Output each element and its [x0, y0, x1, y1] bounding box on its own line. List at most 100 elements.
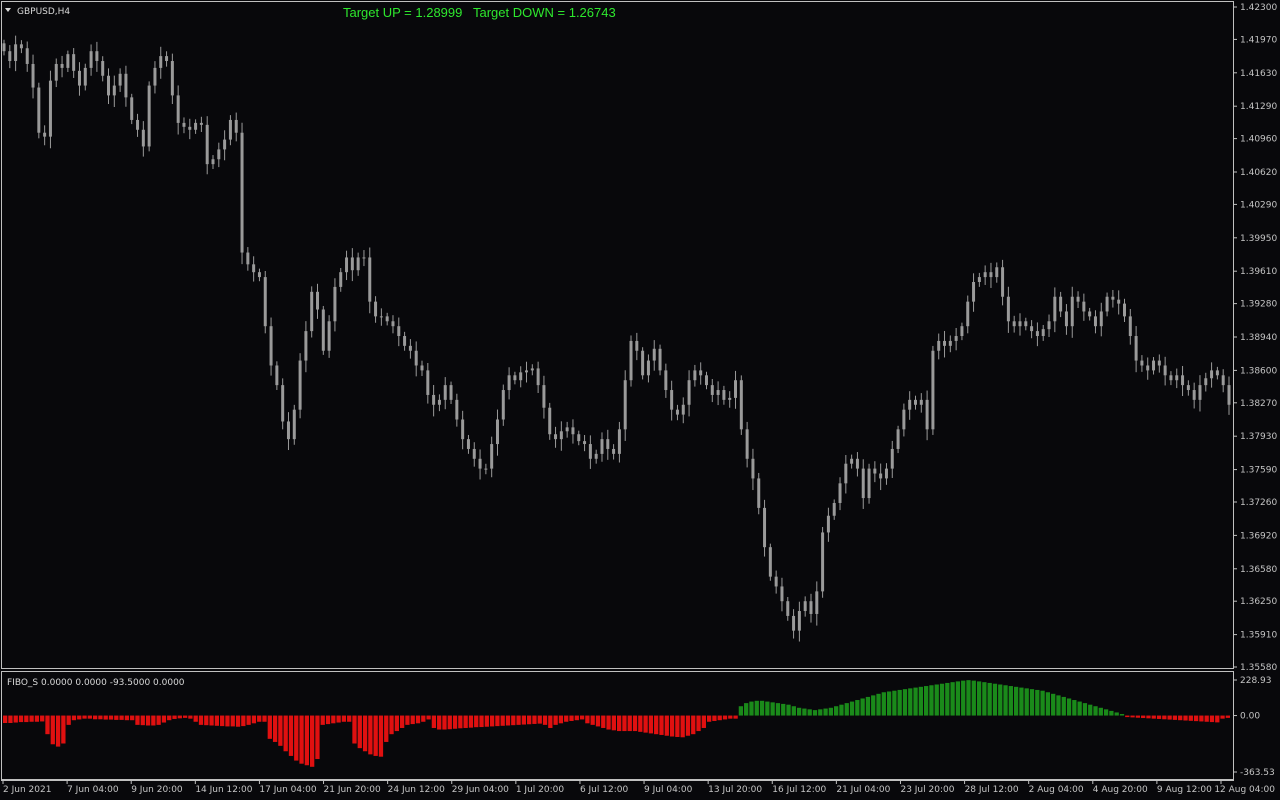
candle[interactable]: [1186, 380, 1190, 396]
candle[interactable]: [809, 593, 813, 623]
price-axis[interactable]: 1.42300 1.41970 1.41630 1.41290 1.40960 1.406…: [1234, 3, 1277, 673]
candle[interactable]: [211, 155, 215, 170]
candle[interactable]: [14, 35, 18, 72]
candle[interactable]: [54, 58, 58, 88]
candle[interactable]: [542, 375, 546, 419]
candle[interactable]: [710, 379, 714, 403]
candle[interactable]: [850, 454, 854, 469]
candle[interactable]: [716, 381, 720, 406]
candle[interactable]: [443, 377, 447, 410]
candle[interactable]: [1227, 376, 1231, 415]
candle[interactable]: [554, 426, 558, 448]
candle[interactable]: [362, 250, 366, 267]
candle[interactable]: [594, 449, 598, 464]
candle[interactable]: [1070, 286, 1074, 338]
candle[interactable]: [159, 46, 163, 79]
candle[interactable]: [844, 455, 848, 494]
candle[interactable]: [763, 499, 767, 557]
candle[interactable]: [31, 54, 35, 99]
candle[interactable]: [1111, 289, 1115, 308]
candle[interactable]: [548, 402, 552, 440]
candle[interactable]: [1030, 320, 1034, 339]
candle[interactable]: [205, 116, 209, 175]
candle[interactable]: [356, 252, 360, 276]
candle[interactable]: [768, 543, 772, 581]
candle[interactable]: [797, 601, 801, 642]
candle[interactable]: [19, 40, 23, 54]
candle[interactable]: [803, 596, 807, 617]
candle[interactable]: [507, 367, 511, 400]
candle[interactable]: [199, 116, 203, 132]
candle[interactable]: [136, 113, 140, 137]
candle[interactable]: [1122, 298, 1126, 322]
candle[interactable]: [2, 39, 6, 56]
candle[interactable]: [339, 268, 343, 292]
candle[interactable]: [240, 122, 244, 265]
candle[interactable]: [1012, 315, 1016, 333]
candle[interactable]: [43, 125, 47, 146]
candle[interactable]: [269, 317, 273, 376]
candle[interactable]: [559, 421, 563, 451]
candle[interactable]: [188, 118, 192, 140]
candle[interactable]: [623, 370, 627, 441]
candle[interactable]: [118, 68, 122, 92]
candle[interactable]: [112, 75, 116, 108]
candle[interactable]: [983, 265, 987, 285]
candle[interactable]: [902, 403, 906, 437]
candle[interactable]: [484, 463, 488, 475]
candle[interactable]: [937, 333, 941, 360]
candle[interactable]: [147, 81, 151, 152]
candle[interactable]: [577, 430, 581, 446]
candle[interactable]: [60, 55, 64, 78]
candle[interactable]: [176, 85, 180, 135]
candle[interactable]: [635, 332, 639, 361]
candle[interactable]: [1076, 291, 1080, 309]
candle[interactable]: [1140, 355, 1144, 372]
candle[interactable]: [954, 327, 958, 351]
candle[interactable]: [48, 70, 52, 149]
candle[interactable]: [519, 366, 523, 388]
candle[interactable]: [977, 272, 981, 287]
candle[interactable]: [1215, 366, 1219, 380]
candle[interactable]: [391, 315, 395, 334]
candle[interactable]: [1099, 302, 1103, 337]
candle[interactable]: [612, 444, 616, 460]
candle[interactable]: [182, 117, 186, 134]
candle[interactable]: [600, 432, 604, 462]
candle[interactable]: [495, 409, 499, 456]
candle[interactable]: [658, 344, 662, 376]
candle[interactable]: [25, 41, 29, 72]
candle[interactable]: [815, 581, 819, 626]
candle[interactable]: [1047, 314, 1051, 338]
candle[interactable]: [72, 48, 76, 78]
candle[interactable]: [896, 425, 900, 454]
candle[interactable]: [1064, 304, 1068, 335]
candle[interactable]: [943, 330, 947, 358]
candle[interactable]: [1082, 293, 1086, 321]
candle[interactable]: [664, 363, 668, 398]
candle[interactable]: [1175, 368, 1179, 389]
candle[interactable]: [1134, 326, 1138, 373]
candle[interactable]: [1024, 317, 1028, 331]
candle[interactable]: [408, 339, 412, 359]
candle[interactable]: [832, 499, 836, 520]
candle[interactable]: [670, 380, 674, 421]
candle[interactable]: [1041, 324, 1045, 341]
candle[interactable]: [252, 256, 256, 282]
candle[interactable]: [687, 370, 691, 417]
candle[interactable]: [8, 45, 12, 69]
candle[interactable]: [995, 262, 999, 283]
candle[interactable]: [745, 421, 749, 468]
candle[interactable]: [234, 112, 238, 142]
candle[interactable]: [466, 434, 470, 454]
candle[interactable]: [321, 305, 325, 355]
candle[interactable]: [960, 322, 964, 341]
candle[interactable]: [525, 361, 529, 383]
candle[interactable]: [281, 378, 285, 430]
fibo-histogram[interactable]: [3, 680, 1230, 767]
candle[interactable]: [374, 296, 378, 323]
candle[interactable]: [345, 250, 349, 281]
candle[interactable]: [66, 50, 70, 73]
candle[interactable]: [588, 435, 592, 469]
candle[interactable]: [919, 393, 923, 413]
